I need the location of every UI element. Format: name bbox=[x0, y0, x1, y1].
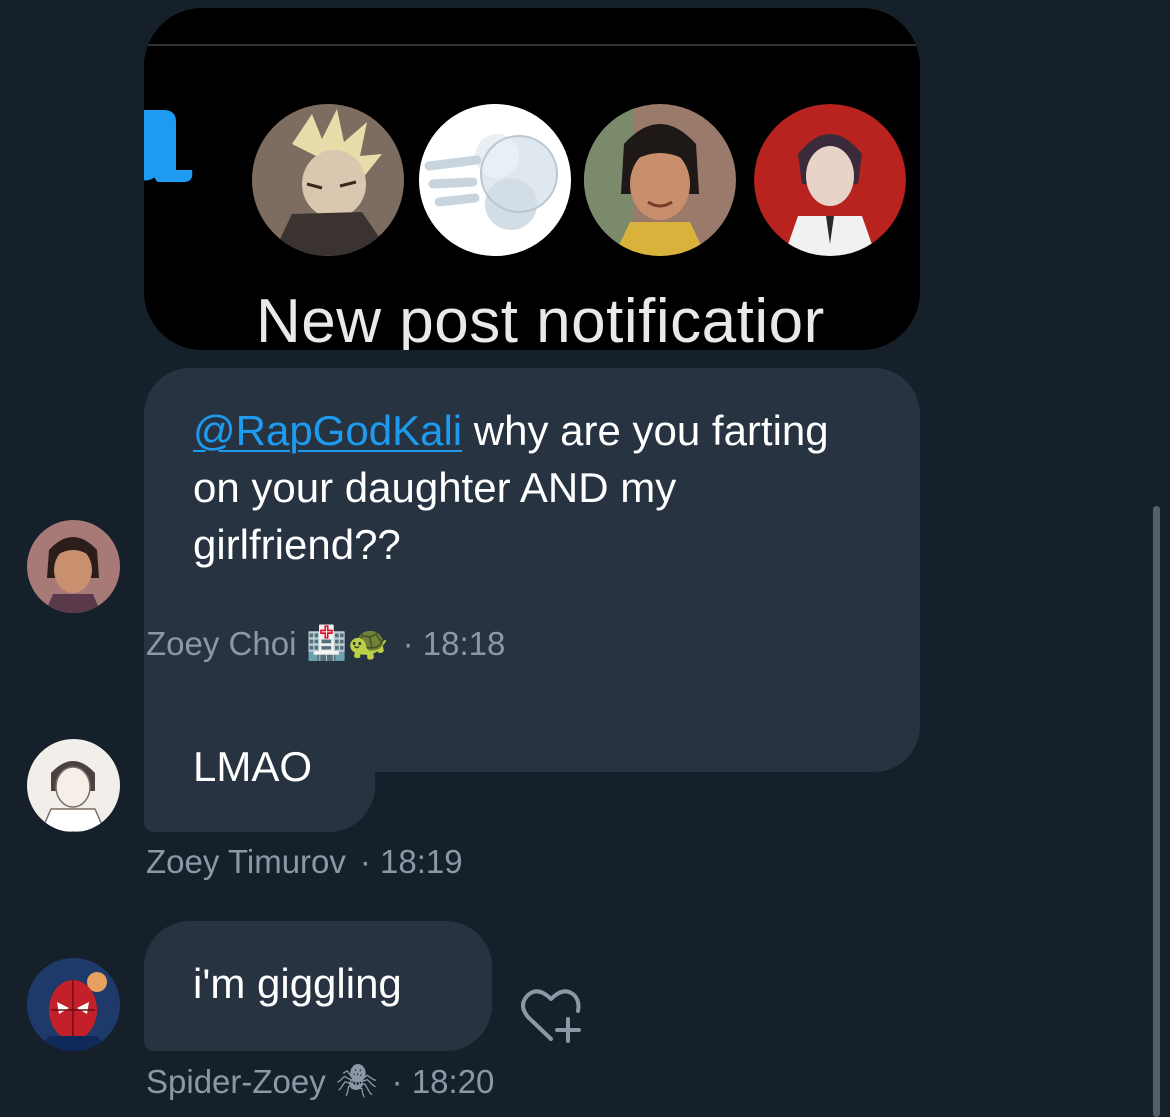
avatar-zoey-choi[interactable] bbox=[27, 520, 120, 613]
mention-link[interactable]: @RapGodKali bbox=[193, 407, 462, 454]
story-avatar-2 bbox=[419, 104, 571, 256]
author-name[interactable]: Spider-Zoey bbox=[146, 1063, 326, 1101]
timestamp: · 18:20 bbox=[391, 1062, 495, 1100]
shared-image[interactable]: New post notificatior bbox=[144, 8, 920, 350]
avatar-spider-zoey[interactable] bbox=[27, 958, 120, 1051]
image-caption: New post notificatior bbox=[256, 287, 825, 350]
message-meta: Spider-Zoey 🕷 · 18:20 bbox=[146, 1062, 494, 1101]
author-emoji: 🕷 bbox=[335, 1062, 378, 1099]
author-name[interactable]: Zoey Timurov bbox=[146, 843, 346, 881]
story-avatar-1 bbox=[252, 104, 404, 256]
author-emoji: 🏥🐢 bbox=[306, 624, 389, 661]
message-text: LMAO bbox=[193, 743, 313, 790]
message-meta: Zoey Timurov · 18:19 bbox=[146, 843, 463, 881]
story-avatar-3 bbox=[584, 104, 736, 256]
message-bubble[interactable]: LMAO bbox=[144, 702, 375, 832]
bell-icon bbox=[144, 110, 193, 187]
heart-plus-icon[interactable] bbox=[520, 985, 586, 1047]
divider bbox=[144, 44, 920, 46]
scrollbar[interactable] bbox=[1153, 506, 1160, 1117]
author-name[interactable]: Zoey Choi bbox=[146, 625, 296, 663]
message-meta: Zoey Choi 🏥🐢 · 18:18 bbox=[146, 624, 505, 663]
timestamp: · 18:18 bbox=[402, 624, 506, 662]
message-text: @RapGodKali why are you farting on your … bbox=[193, 407, 829, 568]
story-avatar-4 bbox=[754, 104, 906, 256]
avatar-zoey-timurov[interactable] bbox=[27, 739, 120, 832]
message-bubble[interactable]: i'm giggling bbox=[144, 921, 492, 1051]
dm-conversation: New post notificatior @RapGodKali why ar… bbox=[0, 0, 1170, 1117]
message-text: i'm giggling bbox=[193, 960, 402, 1007]
timestamp: · 18:19 bbox=[359, 843, 463, 880]
